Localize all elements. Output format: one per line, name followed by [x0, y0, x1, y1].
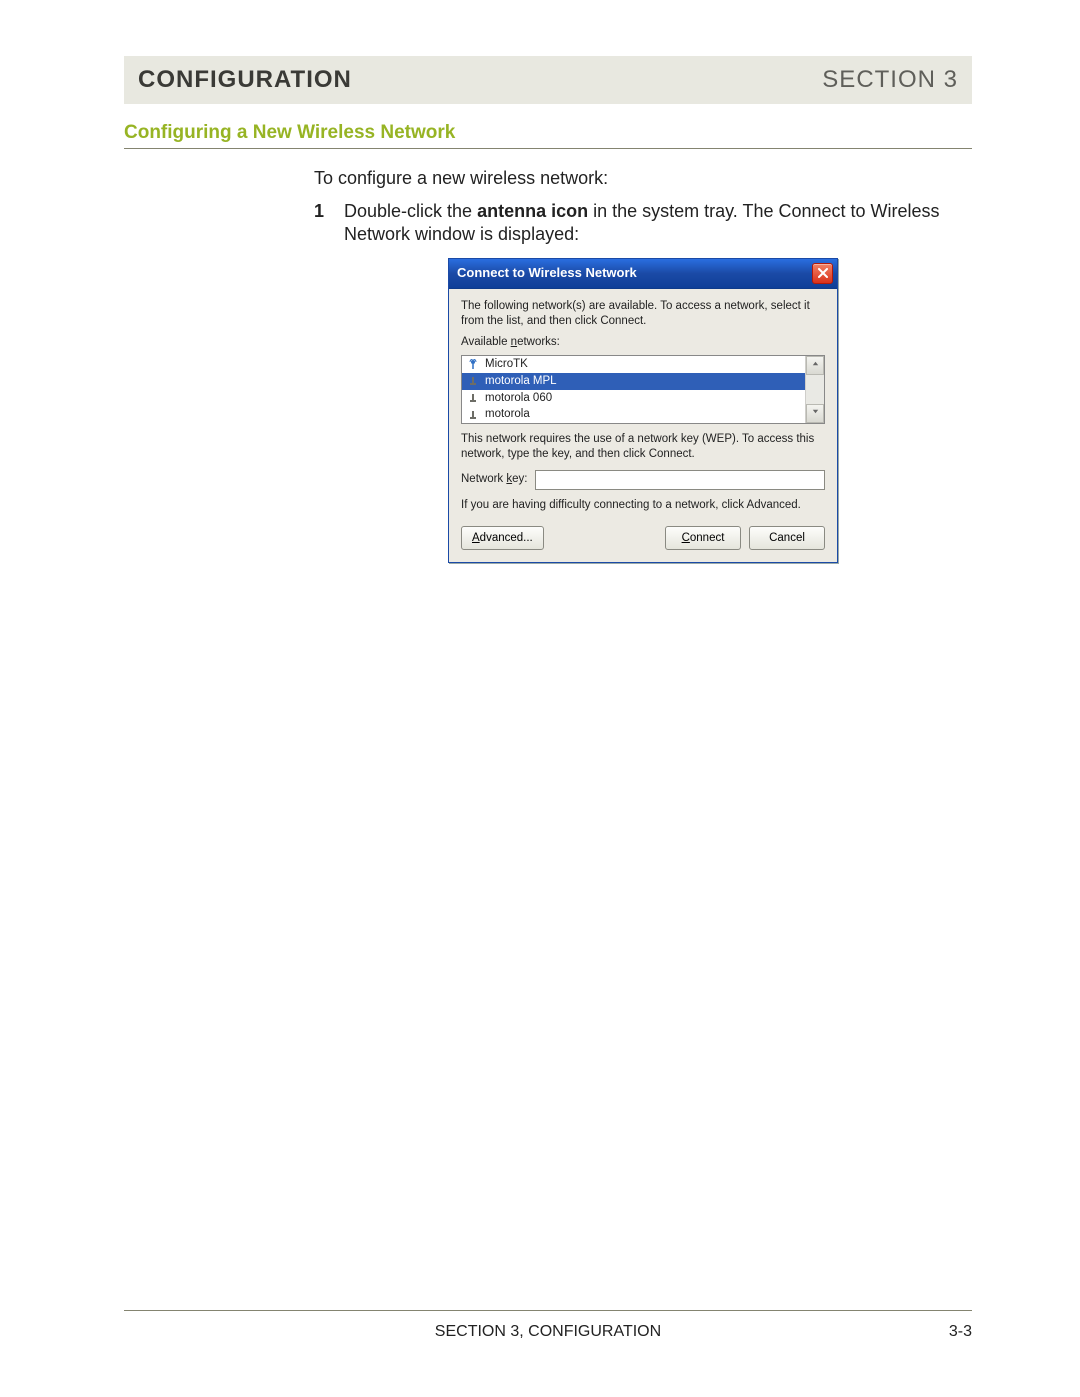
chevron-up-icon: [811, 358, 820, 373]
connect-button[interactable]: Connect: [665, 526, 741, 550]
infra-icon: [466, 408, 479, 421]
dialog-description: The following network(s) are available. …: [461, 299, 825, 328]
network-item[interactable]: motorola MPL: [462, 373, 805, 390]
header-section: SECTION 3: [822, 66, 958, 94]
available-networks-label: Available networks:: [461, 335, 825, 350]
header-title: CONFIGURATION: [138, 66, 352, 94]
infra-icon: [466, 375, 479, 388]
network-name: motorola MPL: [485, 374, 557, 389]
step-1: 1 Double-click the antenna icon in the s…: [314, 200, 972, 246]
network-item[interactable]: MicroTK: [462, 356, 805, 373]
advanced-text: If you are having difficulty connecting …: [461, 498, 825, 513]
scroll-up-button[interactable]: [806, 356, 824, 375]
intro-text: To configure a new wireless network:: [314, 167, 972, 190]
step-number: 1: [314, 200, 328, 246]
dialog-titlebar[interactable]: Connect to Wireless Network: [449, 259, 837, 289]
step-text-pre: Double-click the: [344, 201, 477, 221]
dialog-title: Connect to Wireless Network: [457, 265, 637, 282]
network-item[interactable]: motorola: [462, 406, 805, 423]
footer-page-number: 3-3: [949, 1323, 972, 1341]
network-item[interactable]: motorola 060: [462, 390, 805, 407]
footer-center: SECTION 3, CONFIGURATION: [435, 1323, 661, 1341]
page-header: CONFIGURATION SECTION 3: [124, 56, 972, 104]
step-text-bold: antenna icon: [477, 201, 588, 221]
network-name: motorola: [485, 407, 530, 422]
network-name: motorola 060: [485, 391, 552, 406]
connect-dialog: Connect to Wireless Network The followin…: [448, 258, 838, 563]
page-footer: SECTION 3, CONFIGURATION 3-3: [124, 1310, 972, 1341]
advanced-button[interactable]: Advanced...: [461, 526, 544, 550]
scrollbar[interactable]: [805, 356, 824, 423]
networks-listbox[interactable]: MicroTK motorola MPL: [461, 355, 825, 424]
antenna-icon: [466, 358, 479, 371]
sub-heading: Configuring a New Wireless Network: [124, 122, 972, 149]
network-name: MicroTK: [485, 357, 528, 372]
body-content: To configure a new wireless network: 1 D…: [314, 155, 972, 563]
infra-icon: [466, 392, 479, 405]
network-key-label: Network key:: [461, 472, 527, 487]
wep-text: This network requires the use of a netwo…: [461, 432, 825, 461]
step-text: Double-click the antenna icon in the sys…: [344, 200, 972, 246]
cancel-button[interactable]: Cancel: [749, 526, 825, 550]
close-icon: [818, 267, 828, 280]
network-key-input[interactable]: [535, 470, 825, 490]
chevron-down-icon: [811, 406, 820, 421]
close-button[interactable]: [812, 263, 833, 284]
scroll-down-button[interactable]: [806, 404, 824, 423]
